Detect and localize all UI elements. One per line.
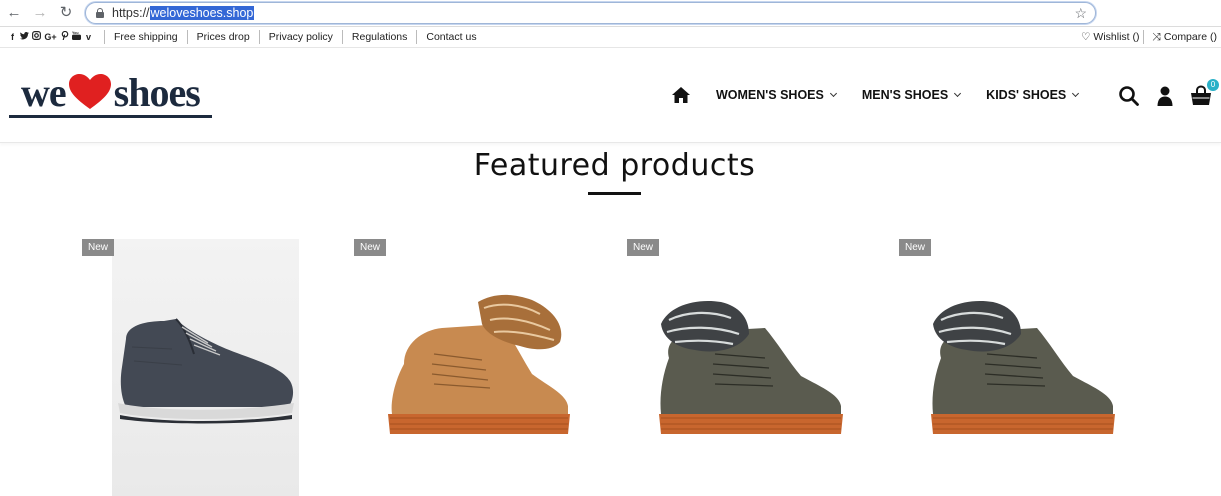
bookmark-star-icon[interactable]: ☆ bbox=[1074, 4, 1087, 22]
cart-count-badge: 0 bbox=[1207, 79, 1219, 91]
title-underline bbox=[588, 192, 641, 195]
free-shipping-link[interactable]: Free shipping bbox=[104, 30, 187, 44]
compare-label: Compare () bbox=[1163, 31, 1217, 43]
nav-womens-shoes[interactable]: WOMEN'S SHOES bbox=[716, 88, 837, 102]
shuffle-icon: ⤨ bbox=[1152, 31, 1161, 43]
url-text[interactable]: https://weloveshoes.shop bbox=[112, 6, 255, 21]
url-prefix: https:// bbox=[112, 6, 150, 20]
google-plus-icon[interactable]: G+ bbox=[44, 31, 57, 43]
address-bar[interactable]: https://weloveshoes.shop ☆ bbox=[85, 2, 1096, 24]
logo-underline bbox=[9, 115, 212, 118]
facebook-icon[interactable]: f bbox=[8, 31, 17, 43]
top-info-bar: f G+ You v Free shipping Prices drop Pri… bbox=[0, 27, 1221, 48]
forward-arrow-icon[interactable]: → bbox=[31, 4, 49, 22]
vimeo-icon[interactable]: v bbox=[84, 31, 93, 43]
search-icon[interactable] bbox=[1118, 85, 1140, 107]
nav-kids-shoes-label: KIDS' SHOES bbox=[986, 88, 1067, 102]
contact-us-link[interactable]: Contact us bbox=[416, 30, 485, 44]
twitter-icon[interactable] bbox=[20, 31, 29, 43]
main-navigation: WOMEN'S SHOES MEN'S SHOES KIDS' SHOES bbox=[672, 85, 1104, 105]
heart-outline-icon: ♡ bbox=[1080, 31, 1091, 43]
browser-toolbar: ← → ↻ https://weloveshoes.shop ☆ bbox=[0, 0, 1221, 27]
product-card[interactable]: New bbox=[627, 239, 857, 496]
nav-womens-shoes-label: WOMEN'S SHOES bbox=[716, 88, 824, 102]
featured-products-title: Featured products bbox=[473, 148, 756, 183]
pinterest-icon[interactable] bbox=[60, 30, 69, 43]
user-icon[interactable] bbox=[1154, 85, 1176, 107]
new-badge: New bbox=[354, 239, 387, 256]
new-badge: New bbox=[627, 239, 660, 256]
logo-word-we: we bbox=[21, 70, 67, 115]
nav-kids-shoes[interactable]: KIDS' SHOES bbox=[986, 88, 1080, 102]
site-header: we shoes WOMEN'S SHOES MEN'S SHOES KIDS' … bbox=[0, 48, 1221, 143]
lock-icon[interactable] bbox=[96, 8, 104, 18]
regulations-link[interactable]: Regulations bbox=[341, 30, 416, 44]
chevron-down-icon bbox=[954, 89, 962, 97]
new-badge: New bbox=[82, 239, 115, 256]
logo-word-shoes: shoes bbox=[113, 70, 201, 115]
instagram-icon[interactable] bbox=[32, 31, 41, 43]
back-arrow-icon[interactable]: ← bbox=[5, 4, 23, 22]
site-logo[interactable]: we shoes bbox=[9, 72, 212, 119]
top-links: Free shipping Prices drop Privacy policy… bbox=[104, 27, 486, 47]
youtube-icon[interactable]: You bbox=[72, 31, 81, 43]
header-actions: 0 bbox=[1118, 79, 1219, 108]
reload-icon[interactable]: ↻ bbox=[57, 4, 75, 22]
heart-logo-icon bbox=[68, 74, 111, 109]
top-right-links: ♡ Wishlist () ⤨ Compare () bbox=[1073, 27, 1221, 47]
wishlist-label: Wishlist () bbox=[1093, 31, 1140, 43]
new-badge: New bbox=[899, 239, 932, 256]
chevron-down-icon bbox=[829, 89, 837, 97]
logo-text: we shoes bbox=[21, 70, 201, 115]
nav-mens-shoes[interactable]: MEN'S SHOES bbox=[861, 88, 962, 102]
prices-drop-link[interactable]: Prices drop bbox=[186, 30, 259, 44]
product-card[interactable]: New bbox=[899, 239, 1129, 496]
compare-link[interactable]: ⤨ Compare () bbox=[1143, 30, 1221, 44]
chevron-down-icon bbox=[1072, 89, 1080, 97]
product-image[interactable] bbox=[382, 294, 574, 439]
nav-mens-shoes-label: MEN'S SHOES bbox=[861, 88, 949, 102]
product-image[interactable] bbox=[112, 299, 302, 424]
cart-button[interactable]: 0 bbox=[1190, 79, 1219, 107]
privacy-policy-link[interactable]: Privacy policy bbox=[258, 30, 342, 44]
product-image[interactable] bbox=[927, 294, 1119, 439]
svg-text:You: You bbox=[72, 31, 79, 35]
product-card[interactable]: New bbox=[354, 239, 584, 496]
product-image[interactable] bbox=[655, 294, 847, 439]
product-card[interactable]: New bbox=[82, 239, 312, 496]
url-selected: weloveshoes.shop bbox=[149, 6, 255, 20]
home-icon[interactable] bbox=[672, 87, 690, 103]
social-links: f G+ You v bbox=[8, 30, 93, 43]
wishlist-link[interactable]: ♡ Wishlist () bbox=[1073, 30, 1144, 44]
